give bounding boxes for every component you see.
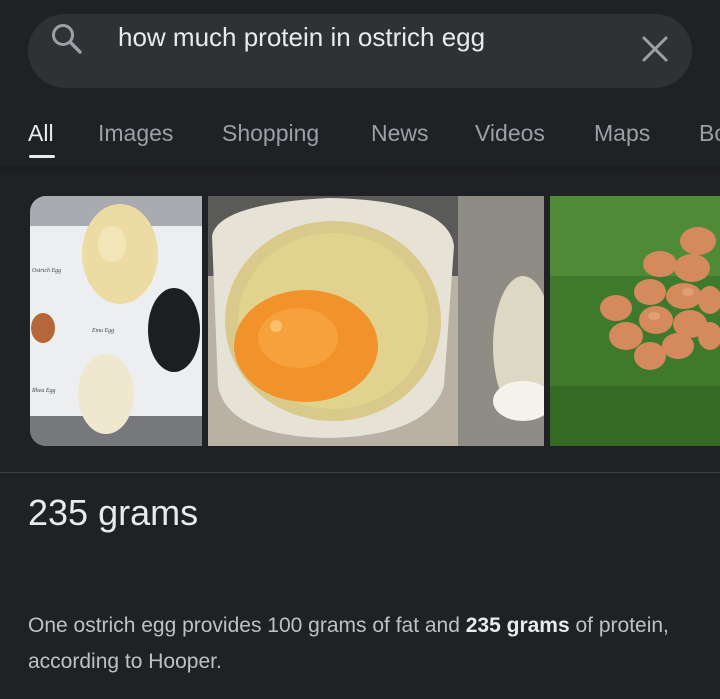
search-tabs: All Images Shopping News Videos Maps Bo (0, 112, 720, 172)
image-result-egg-comparison[interactable]: Ostrich Egg Emu Egg Rhea Egg (30, 196, 202, 446)
tab-images[interactable]: Images (98, 120, 173, 147)
snippet-text-1: One ostrich egg provides 100 grams of fa… (28, 614, 466, 637)
tab-all[interactable]: All (28, 120, 54, 147)
image-result-eggs-on-grass[interactable] (550, 196, 720, 446)
tab-books[interactable]: Bo (699, 120, 720, 147)
answer-snippet: One ostrich egg provides 100 grams of fa… (28, 608, 708, 680)
active-tab-indicator (29, 155, 55, 158)
egg-label-emu: Emu Egg (91, 328, 114, 334)
tabs-divider (0, 166, 720, 176)
snippet-highlight: 235 grams (465, 614, 570, 637)
tab-news[interactable]: News (371, 120, 429, 147)
tab-shopping[interactable]: Shopping (222, 120, 319, 147)
search-icon[interactable] (50, 22, 84, 56)
section-divider (0, 472, 720, 473)
search-input[interactable]: how much protein in ostrich egg (118, 22, 485, 53)
tab-maps[interactable]: Maps (594, 120, 650, 147)
tab-videos[interactable]: Videos (475, 120, 545, 147)
egg-label-rhea: Rhea Egg (31, 388, 56, 394)
egg-label-ostrich: Ostrich Egg (32, 268, 61, 274)
close-icon[interactable] (640, 34, 670, 64)
image-results: Ostrich Egg Emu Egg Rhea Egg (0, 196, 720, 448)
featured-answer: 235 grams (28, 492, 199, 533)
image-result-egg-in-bowl[interactable] (208, 196, 544, 446)
